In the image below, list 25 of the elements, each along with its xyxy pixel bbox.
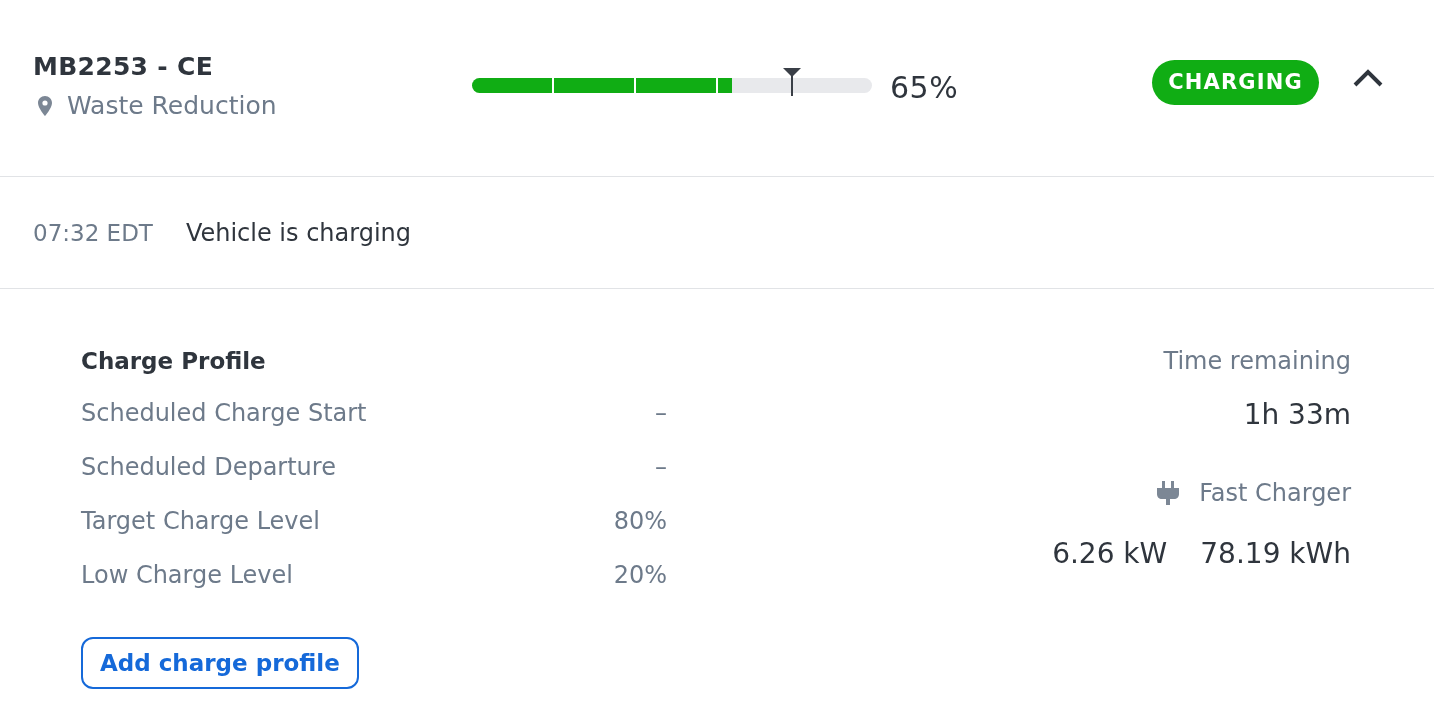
field-label: Scheduled Charge Start <box>81 399 367 427</box>
field-label: Target Charge Level <box>81 507 320 535</box>
field-value: – <box>655 453 667 481</box>
charger-type: Fast Charger <box>1199 478 1351 509</box>
location-pin-icon <box>38 96 52 116</box>
power-value: 6.26 kW <box>1052 536 1168 572</box>
time-value: 1h 33m <box>1243 397 1351 433</box>
field-label: Low Charge Level <box>81 561 293 589</box>
vehicle-name: MB2253 - CE <box>33 51 214 83</box>
add-profile-button[interactable]: Add charge profile <box>81 637 359 689</box>
field-label: Scheduled Departure <box>81 453 336 481</box>
field-value: 20% <box>613 561 667 589</box>
energy-value: 78.19 kWh <box>1200 536 1351 572</box>
battery-percent: 65% <box>890 69 959 105</box>
event-message: Vehicle is charging <box>185 218 412 247</box>
collapse-button[interactable] <box>1352 68 1384 88</box>
status-badge: CHARGING <box>1152 59 1319 105</box>
event-time: 07:32 EDT <box>33 219 153 246</box>
field-value: 80% <box>613 507 667 535</box>
plug-icon <box>1157 481 1180 505</box>
chevron-up-icon <box>1352 68 1384 88</box>
location-name: Waste Reduction <box>67 91 277 121</box>
section-title: Charge Profile <box>81 347 266 376</box>
time-label: Time remaining <box>1163 346 1351 377</box>
field-value: – <box>655 399 667 427</box>
